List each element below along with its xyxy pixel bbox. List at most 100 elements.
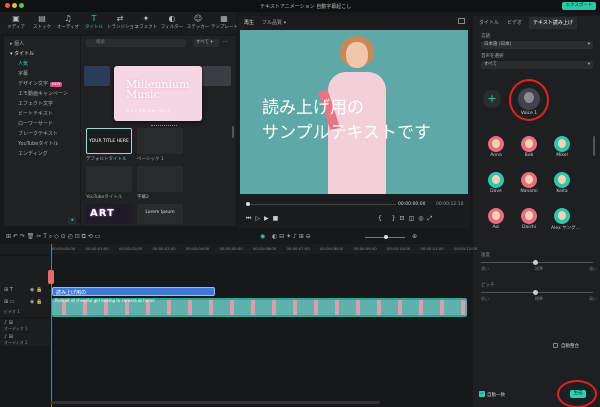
thumb-text: YOUR TITLE HERE bbox=[89, 139, 129, 144]
toolbar-media-button[interactable]: ▣ メディア bbox=[3, 12, 29, 34]
sidebar-item[interactable]: ブレークテキスト bbox=[4, 129, 80, 139]
featured-template-card[interactable]: Millennium Music ミレニアム ミュージック bbox=[114, 66, 202, 121]
ruler-tick: 00:00:09:00 bbox=[353, 246, 377, 251]
export-button[interactable]: エクスポート bbox=[562, 2, 596, 10]
preview-panel: 再生 フル品質 ▾ 読み上げ用の サンプルテキストです 00:00:00:00 … bbox=[238, 16, 470, 228]
close-window-icon[interactable] bbox=[5, 3, 10, 8]
voice-option[interactable]: Alex ヤング... bbox=[551, 208, 580, 231]
search-input[interactable]: 検索 bbox=[86, 39, 186, 47]
tab-video[interactable]: ビデオ bbox=[503, 17, 526, 29]
maximize-window-icon[interactable] bbox=[19, 3, 24, 8]
track-visibility-icon[interactable]: ◉ 🔒 bbox=[30, 287, 42, 293]
auto-match-checkbox[interactable] bbox=[553, 343, 558, 348]
voice-filter-select[interactable]: すべて ▾ bbox=[481, 61, 593, 69]
toolbar-title-button[interactable]: T タイトル bbox=[81, 12, 107, 34]
toolbar-sticker-button[interactable]: ☺ ステッカー bbox=[185, 12, 211, 34]
sidebar-item[interactable]: エモ動画キャンペーン bbox=[4, 89, 80, 99]
voice-option[interactable]: Anna bbox=[485, 136, 507, 158]
quality-dropdown[interactable]: フル品質 ▾ bbox=[262, 19, 286, 26]
template-art[interactable]: ART bbox=[86, 204, 132, 224]
timeline-scrollbar[interactable] bbox=[50, 401, 380, 404]
template-subtitle-2[interactable] bbox=[137, 166, 183, 192]
speed-slider-handle[interactable] bbox=[533, 260, 538, 265]
template-basic-1[interactable] bbox=[137, 128, 183, 154]
voice-option[interactable]: Mikel bbox=[551, 136, 573, 158]
voice-option[interactable]: Daichi bbox=[518, 208, 540, 230]
pitch-slider-handle[interactable] bbox=[533, 290, 538, 295]
more-options-icon[interactable]: ⋯ bbox=[223, 39, 228, 45]
video-clip[interactable]: Portrait of cheerful girl talking to cam… bbox=[52, 298, 467, 317]
collapse-sidebar-icon[interactable]: ◂ bbox=[68, 217, 76, 224]
template-lorem[interactable]: Lorem Ipsum bbox=[137, 204, 183, 224]
voice-option[interactable]: Keita bbox=[551, 172, 573, 194]
timeline-tools-right[interactable]: ◐ ⊟ ✦ ♪ ⊞ ⊖ bbox=[272, 233, 311, 240]
title-clip[interactable]: 読み上げ用の bbox=[52, 287, 215, 296]
track-visibility-icon[interactable]: ◉ 🔒 bbox=[30, 299, 42, 305]
sidebar-item[interactable]: ローワーサード bbox=[4, 119, 80, 129]
carousel-dots bbox=[151, 125, 177, 127]
face-icon bbox=[525, 139, 533, 148]
toolbar-label: ステッカー bbox=[186, 25, 210, 30]
stock-icon: ▤ bbox=[38, 14, 46, 23]
toolbar-transition-button[interactable]: ⇄ トランジション bbox=[107, 12, 139, 34]
preview-tools[interactable]: { }⊡◫◎⤢ bbox=[378, 215, 436, 223]
ruler-tick: 00:00:06:00 bbox=[253, 246, 277, 251]
toolbar-label: トランジション bbox=[107, 25, 139, 30]
timeline-tools[interactable]: ⊞ ↶ ↷ 🗑 ✂ T ⌕ ◇ ⊙ ◴ ⊡ ⧉ ⟲ ▭ bbox=[6, 233, 100, 241]
face-icon bbox=[525, 211, 533, 220]
toolbar-template-button[interactable]: ▦ テンプレート bbox=[211, 12, 238, 34]
sidebar-item-title[interactable]: ▾ タイトル bbox=[4, 49, 80, 59]
timeline-ruler[interactable]: 00:00:00:00 00:00:01:00 00:00:02:00 00:00:0… bbox=[0, 244, 477, 254]
sticker-icon: ☺ bbox=[193, 14, 203, 23]
sidebar-item[interactable]: 字幕 bbox=[4, 69, 80, 79]
slider-tick-label: 標準 bbox=[535, 266, 543, 271]
thumb-label: YouTubeタイトル bbox=[86, 195, 123, 200]
voice-scrollbar[interactable] bbox=[593, 136, 595, 156]
template-thumbnail-left[interactable] bbox=[84, 66, 110, 86]
toolbar-label: ストック bbox=[33, 25, 51, 30]
voice-avatar bbox=[488, 208, 504, 224]
voice-option[interactable]: Dave bbox=[485, 172, 507, 194]
sidebar-item[interactable]: エフェクト文字 bbox=[4, 99, 80, 109]
tab-title[interactable]: タイトル bbox=[475, 17, 503, 29]
voice-option[interactable]: Nanami bbox=[518, 172, 540, 194]
toolbar-effect-button[interactable]: ✦ エフェクト bbox=[133, 12, 159, 34]
zoom-in-icon[interactable]: ⊕ bbox=[412, 233, 417, 240]
voice-option[interactable]: Aoi bbox=[485, 208, 507, 230]
playback-progress[interactable] bbox=[246, 204, 396, 205]
sidebar-item[interactable]: 人気 bbox=[4, 59, 80, 69]
minimize-window-icon[interactable] bbox=[12, 3, 17, 8]
snapshot-icon[interactable] bbox=[458, 18, 465, 24]
filter-dropdown[interactable]: すべて ▾ bbox=[193, 39, 219, 47]
playhead-handle[interactable] bbox=[246, 202, 250, 206]
sync-checkbox[interactable]: ✓ bbox=[479, 391, 485, 397]
add-voice-button[interactable]: + bbox=[483, 90, 501, 108]
panel-scrollbar[interactable] bbox=[232, 126, 234, 138]
voice-name: Dave bbox=[490, 189, 502, 194]
record-icon[interactable]: ◉ bbox=[260, 233, 265, 240]
sidebar-item[interactable]: ビートテキスト bbox=[4, 109, 80, 119]
preview-tab[interactable]: 再生 bbox=[244, 19, 254, 26]
language-value: 日本語 (日本) bbox=[484, 42, 512, 47]
zoom-slider-handle[interactable] bbox=[384, 235, 388, 239]
template-youtube-title[interactable] bbox=[86, 166, 132, 192]
ruler-tick: 00:00:12:00 bbox=[454, 246, 478, 251]
timeline-playhead[interactable] bbox=[51, 244, 52, 407]
toolbar-stock-button[interactable]: ▤ ストック bbox=[29, 12, 55, 34]
template-thumbnail-right[interactable] bbox=[201, 66, 231, 86]
language-select[interactable]: 日本語 (日本) ▾ bbox=[481, 41, 593, 49]
tab-tts[interactable]: テキスト読み上げ bbox=[529, 17, 577, 29]
sidebar-item[interactable]: YouTubeタイトル bbox=[4, 139, 80, 149]
category-sidebar: ▸ 個人 ▾ タイトル 人気 字幕 デザイン文字 NEW エモ動画キャンペーン エフェクト… bbox=[4, 36, 80, 226]
playback-controls[interactable]: ⏮▷▶■ bbox=[246, 215, 282, 223]
playhead-marker[interactable] bbox=[48, 270, 54, 284]
toolbar-music-button[interactable]: ♫ オーディオ bbox=[55, 12, 81, 34]
ruler-tick: 00:00:08:00 bbox=[320, 246, 344, 251]
sidebar-item[interactable]: デザイン文字 NEW bbox=[4, 79, 80, 89]
toolbar-filter-button[interactable]: ◐ フィルター bbox=[159, 12, 185, 34]
quality-label: フル品質 bbox=[262, 20, 283, 26]
sidebar-item-personal[interactable]: ▸ 個人 bbox=[4, 39, 80, 49]
voice-option[interactable]: Bob bbox=[518, 136, 540, 158]
template-default-title[interactable]: YOUR TITLE HERE bbox=[86, 128, 132, 154]
sidebar-item[interactable]: エンディング bbox=[4, 149, 80, 159]
